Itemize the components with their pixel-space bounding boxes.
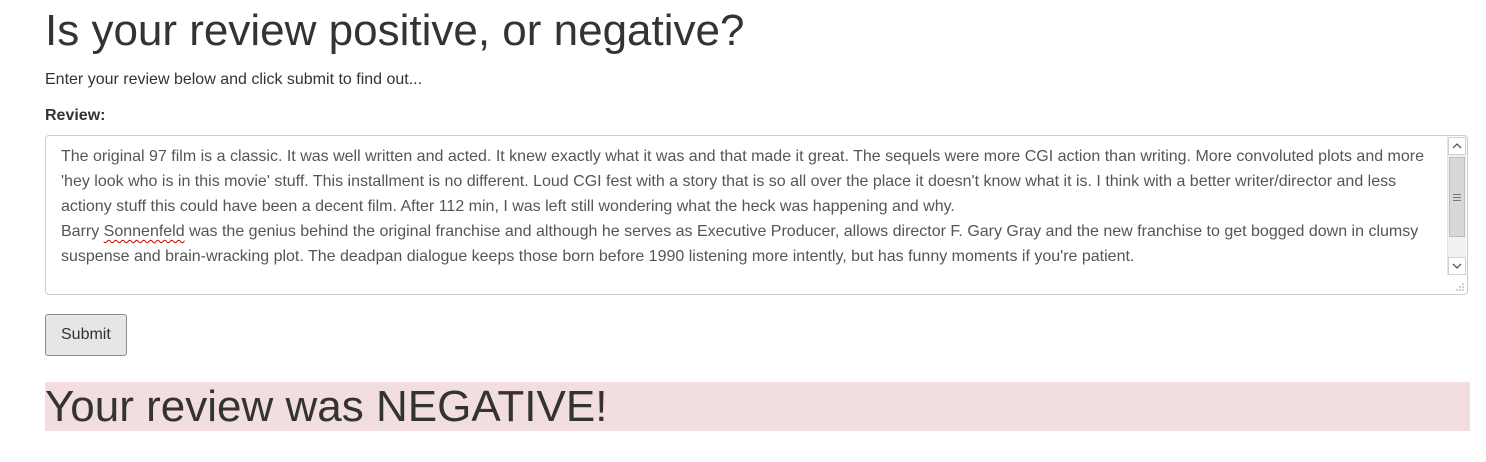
review-label: Review:: [45, 107, 106, 124]
review-text-content[interactable]: The original 97 film is a classic. It wa…: [61, 144, 1437, 269]
scroll-down-button[interactable]: [1448, 257, 1466, 275]
textarea-scrollbar[interactable]: [1447, 137, 1466, 275]
page-title: Is your review positive, or negative?: [45, 6, 745, 55]
resize-grip-icon[interactable]: [1455, 282, 1465, 292]
review-text-part2: was the genius behind the original franc…: [61, 223, 1423, 265]
submit-button[interactable]: Submit: [45, 314, 127, 356]
result-text: Your review was NEGATIVE!: [45, 382, 608, 431]
review-textarea[interactable]: The original 97 film is a classic. It wa…: [45, 135, 1468, 295]
scroll-up-button[interactable]: [1448, 137, 1466, 155]
scroll-thumb[interactable]: [1449, 157, 1465, 237]
instruction-text: Enter your review below and click submit…: [45, 71, 423, 88]
misspelled-word: Sonnenfeld: [103, 223, 185, 240]
result-banner: Your review was NEGATIVE!: [45, 382, 1470, 431]
chevron-up-icon: [1452, 143, 1462, 149]
chevron-down-icon: [1452, 263, 1462, 269]
grip-icon: [1453, 193, 1461, 201]
main-container: Is your review positive, or negative? En…: [45, 0, 1470, 431]
